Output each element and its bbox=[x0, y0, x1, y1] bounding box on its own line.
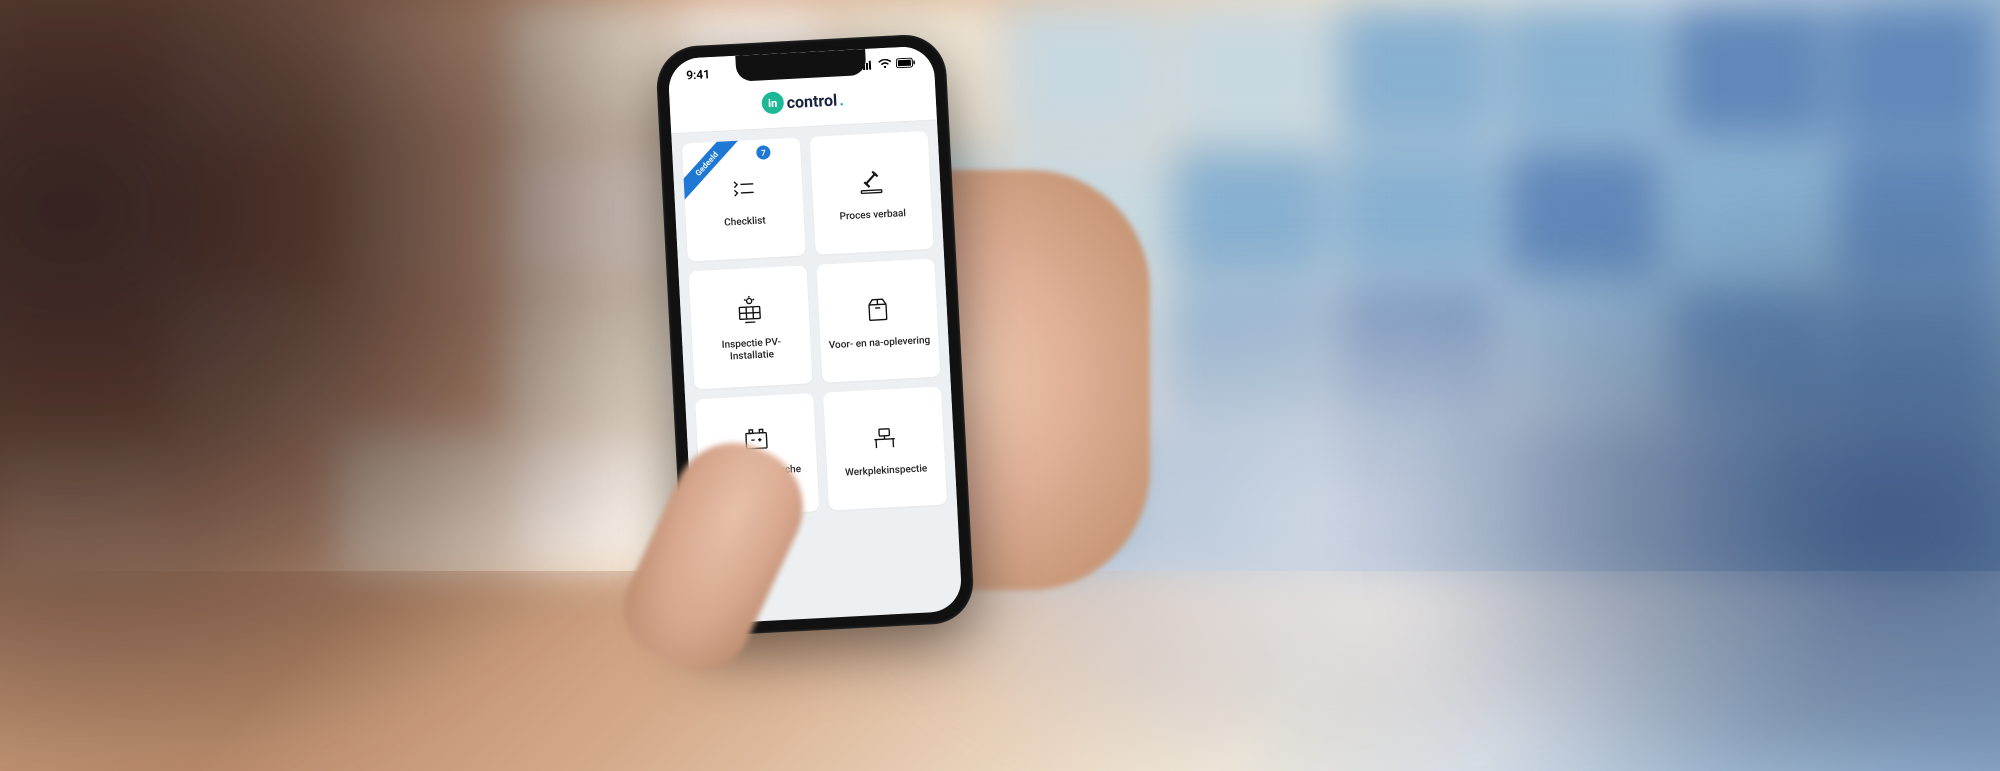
tile-werkplekinspectie[interactable]: Werkplekinspectie bbox=[823, 386, 947, 510]
tile-grid: Gedeeld 7 Checklist Proces verbaal bbox=[671, 120, 957, 527]
tile-inspectie-pv[interactable]: Inspectie PV-Installatie bbox=[689, 265, 813, 389]
tile-label: Keuring elektrische installatie bbox=[707, 463, 810, 493]
tile-keuring-elektrisch[interactable]: Keuring elektrische installatie bbox=[695, 393, 819, 517]
logo-dot: . bbox=[839, 90, 845, 109]
phone: 9:41 in control. bbox=[655, 33, 975, 637]
status-time: 9:41 bbox=[686, 67, 711, 82]
checklist-icon bbox=[724, 169, 762, 207]
solar-panel-icon bbox=[731, 291, 769, 329]
app-logo: in control. bbox=[761, 88, 844, 114]
desk-icon bbox=[866, 418, 904, 456]
gavel-icon bbox=[852, 163, 890, 201]
tile-proces-verbaal[interactable]: Proces verbaal bbox=[810, 131, 934, 255]
tile-label: Proces verbaal bbox=[839, 208, 906, 224]
person-leg-blur bbox=[1400, 171, 2000, 771]
logo-text: control bbox=[786, 90, 838, 112]
tile-oplevering[interactable]: Voor- en na-oplevering bbox=[816, 259, 940, 383]
notification-badge: 7 bbox=[756, 145, 771, 160]
tile-label: Voor- en na-oplevering bbox=[829, 335, 931, 353]
tile-checklist[interactable]: Gedeeld 7 Checklist bbox=[682, 138, 806, 262]
tile-label: Werkplekinspectie bbox=[845, 463, 928, 480]
wifi-icon bbox=[878, 58, 893, 73]
battery-icon bbox=[896, 56, 917, 71]
status-icons bbox=[860, 56, 917, 73]
phone-screen: 9:41 in control. bbox=[667, 45, 962, 624]
box-icon bbox=[859, 291, 897, 329]
tile-label: Inspectie PV-Installatie bbox=[700, 335, 803, 365]
tile-label: Checklist bbox=[724, 215, 766, 230]
battery-device-icon bbox=[737, 419, 775, 457]
person-shoulder-blur bbox=[0, 0, 700, 750]
logo-badge-icon: in bbox=[761, 91, 784, 114]
phone-frame: 9:41 in control. bbox=[655, 33, 975, 637]
